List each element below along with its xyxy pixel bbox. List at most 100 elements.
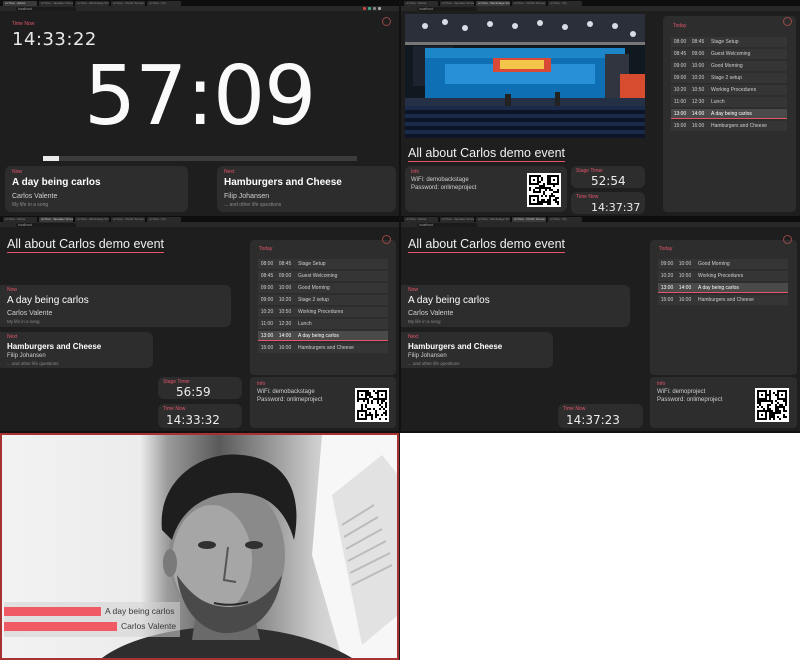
- schedule-end-time: 10:50: [678, 273, 692, 279]
- browser-tab[interactable]: onTime - Pip: [147, 216, 181, 222]
- browser-tab[interactable]: onTime - Speaker Screen: [39, 0, 73, 6]
- next-card: Next Hamburgers and Cheese Filip Johanse…: [0, 332, 153, 368]
- next-title: Hamburgers and Cheese: [224, 177, 342, 188]
- now-label: Now: [7, 287, 18, 293]
- lower-third-presenter-bar: [4, 622, 117, 631]
- qr-module: [545, 195, 548, 198]
- browser-tab[interactable]: onTime - Public Screen: [111, 216, 145, 222]
- qr-module: [557, 203, 560, 206]
- speaker-window: onTime - Editor onTime - Speaker Screen …: [0, 216, 399, 432]
- browser-tab[interactable]: onTime - Editor: [404, 0, 438, 6]
- schedule-start-time: 15:00: [673, 123, 687, 129]
- browser-tab[interactable]: onTime - Pip: [147, 0, 181, 6]
- extension-icon[interactable]: [378, 7, 381, 10]
- schedule-end-time: 12:30: [278, 321, 292, 327]
- schedule-title: Guest Welcoming: [711, 51, 751, 57]
- browser-tab[interactable]: onTime - Backstage Screen: [476, 0, 510, 6]
- wifi-qr-code: [527, 173, 561, 207]
- next-subtitle: ... and other life questions: [224, 202, 282, 208]
- schedule-row: 13:00 14:00 A day being carlos: [658, 283, 788, 293]
- schedule-start-time: 09:00: [673, 63, 687, 69]
- qr-module: [365, 418, 368, 421]
- browser-tab[interactable]: onTime - Editor: [3, 0, 37, 6]
- browser-tab[interactable]: onTime - Backstage Screen: [476, 216, 510, 222]
- now-card: Now A day being carlos Carlos Valente My…: [0, 285, 231, 327]
- browser-extensions: [363, 6, 381, 11]
- schedule-end-time: 10:00: [691, 63, 705, 69]
- schedule-start-time: 13:00: [260, 332, 274, 339]
- time-now-label: Time Now: [576, 194, 599, 200]
- lower-third-window: A day being carlos Carlos Valente: [0, 433, 399, 660]
- qr-module: [541, 203, 544, 206]
- schedule-title: Stage 2 setup: [711, 75, 742, 81]
- schedule-start-time: 11:00: [260, 321, 274, 327]
- schedule-row: 15:00 16:00 Hamburgers and Cheese: [671, 121, 787, 131]
- browser-tab[interactable]: onTime - Editor: [3, 216, 37, 222]
- ontime-logo-icon: [783, 17, 792, 26]
- qr-module: [369, 408, 372, 411]
- info-card: Info WiFi: demobackstage Password: onlim…: [250, 377, 396, 428]
- empty-area: [400, 433, 800, 660]
- stage-timer-card: Stage Timer 56:59: [158, 377, 242, 399]
- schedule-title: A day being carlos: [298, 332, 339, 339]
- now-subtitle: My life in a song: [12, 202, 49, 208]
- wifi-qr-code: [755, 388, 789, 422]
- address-bar[interactable]: localhost: [16, 222, 76, 227]
- schedule-title: Working Procedures: [711, 87, 757, 93]
- schedule-title: Working Procedures: [698, 273, 744, 279]
- browser-tab[interactable]: onTime - Backstage Screen: [75, 216, 109, 222]
- browser-tab[interactable]: onTime - Backstage Screen: [75, 0, 109, 6]
- info-label: Info: [411, 169, 420, 175]
- browser-tab[interactable]: onTime - Public Screen: [512, 216, 546, 222]
- time-now-label: Time Now: [563, 406, 586, 412]
- qr-module: [361, 414, 364, 417]
- qr-module: [381, 402, 384, 405]
- schedule-row: 09:00 10:00 Good Morning: [671, 61, 787, 71]
- schedule-start-time: 15:00: [260, 345, 274, 351]
- now-title: A day being carlos: [408, 295, 490, 306]
- schedule-start-time: 08:00: [260, 261, 274, 267]
- stage-timer-value: 56:59: [176, 385, 211, 399]
- today-label: Today: [259, 246, 273, 252]
- browser-tab[interactable]: onTime - Speaker Screen: [440, 216, 474, 222]
- today-panel: Today 09:00 10:00 Good Morning 10:20 10:50 Wo…: [650, 240, 797, 375]
- lower-third-title: A day being carlos: [105, 606, 175, 616]
- browser-tab[interactable]: onTime - Pip: [548, 216, 582, 222]
- time-now-value: 14:33:32: [166, 413, 220, 427]
- next-label: Next: [7, 334, 18, 340]
- qr-module: [371, 402, 374, 405]
- qr-module: [761, 414, 764, 417]
- qr-module: [779, 418, 782, 421]
- address-bar[interactable]: localhost: [417, 222, 477, 227]
- address-bar[interactable]: localhost: [417, 6, 477, 11]
- schedule-row: 15:00 16:00 Hamburgers and Cheese: [258, 343, 388, 353]
- extension-icon[interactable]: [363, 7, 366, 10]
- schedule-end-time: 08:45: [691, 39, 705, 45]
- extension-icon[interactable]: [368, 7, 371, 10]
- qr-module: [539, 181, 542, 184]
- stage-timer-value: 52:54: [591, 174, 626, 188]
- screen-grid: onTime - Editor onTime - Speaker Screen …: [0, 0, 800, 660]
- schedule-list: 09:00 10:00 Good Morning 10:20 10:50 Working …: [658, 259, 788, 307]
- schedule-end-time: 09:00: [278, 273, 292, 279]
- browser-tab[interactable]: onTime - Public Screen: [512, 0, 546, 6]
- schedule-start-time: 13:00: [673, 110, 687, 117]
- browser-tab[interactable]: onTime - Public Screen: [111, 0, 145, 6]
- schedule-row: 11:00 12:30 Lunch: [258, 319, 388, 329]
- event-title: All about Carlos demo event: [7, 237, 165, 253]
- schedule-start-time: 08:45: [673, 51, 687, 57]
- browser-tab[interactable]: onTime - Speaker Screen: [440, 0, 474, 6]
- qr-module: [771, 402, 774, 405]
- browser-tab[interactable]: onTime - Speaker Screen: [39, 216, 73, 222]
- browser-tab[interactable]: onTime - Pip: [548, 0, 582, 6]
- schedule-row: 10:20 10:50 Working Procedures: [658, 271, 788, 281]
- extension-icon[interactable]: [373, 7, 376, 10]
- stage-timer-card: Stage Timer 52:54: [571, 166, 645, 188]
- qr-module: [545, 189, 548, 192]
- address-bar[interactable]: localhost: [16, 6, 76, 11]
- schedule-end-time: 10:50: [691, 87, 705, 93]
- schedule-title: Good Morning: [711, 63, 743, 69]
- wifi-text: WiFi: demobackstage: [257, 389, 315, 395]
- browser-tab[interactable]: onTime - Editor: [404, 216, 438, 222]
- schedule-end-time: 10:20: [278, 297, 292, 303]
